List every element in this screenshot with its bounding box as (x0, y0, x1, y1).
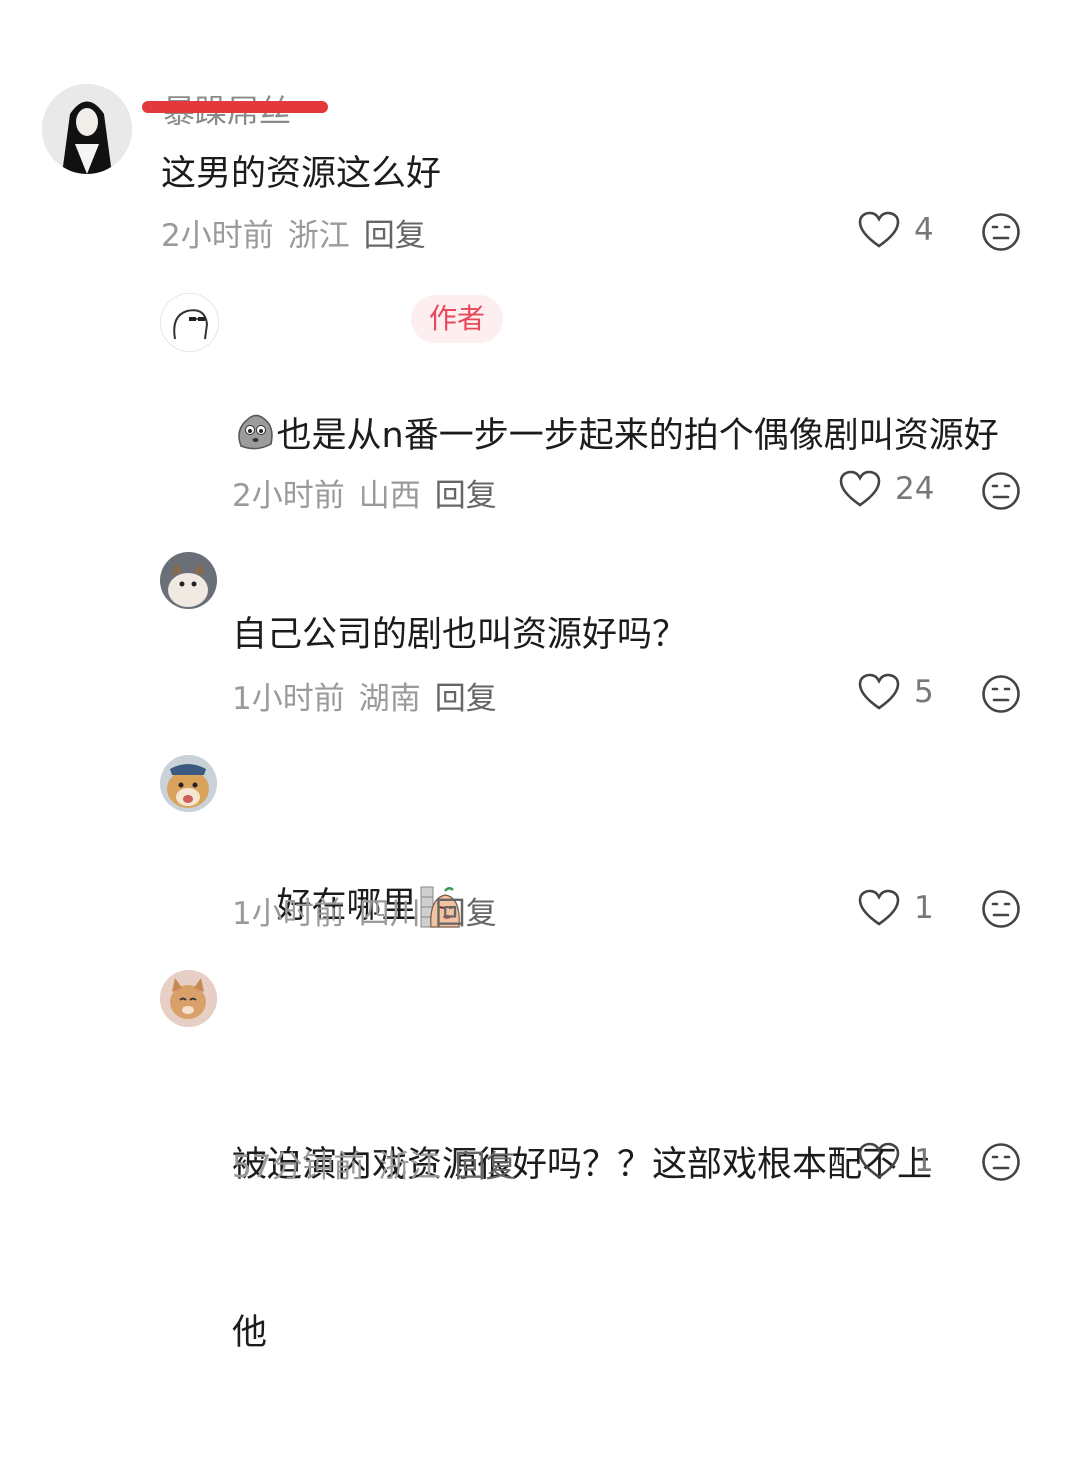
like-count: 24 (895, 471, 935, 507)
location: 浙江 (287, 218, 350, 254)
timestamp: 1小时前 (232, 681, 345, 717)
like-button[interactable]: 24 (839, 470, 934, 508)
comment-meta: 1小时前 四川 回复 (232, 888, 511, 933)
like-button[interactable]: 4 (858, 211, 934, 249)
timestamp: 2小时前 (232, 478, 345, 514)
reply-button[interactable]: 回复 (364, 218, 426, 254)
comment-text-line: 他 (232, 1313, 268, 1353)
comment-text: 这男的资源这么好 (161, 154, 442, 194)
like-count: 1 (914, 890, 934, 926)
heart-icon (858, 889, 900, 926)
dislike-face-icon[interactable] (981, 212, 1021, 252)
comment-meta: 2小时前 浙江 回复 (161, 210, 440, 255)
heart-icon (858, 1142, 900, 1179)
like-count: 1 (914, 1143, 934, 1179)
redaction-strike (142, 101, 328, 113)
heart-icon (858, 673, 900, 710)
location: 湖南 (358, 681, 421, 717)
dislike-face-icon[interactable] (981, 889, 1021, 929)
timestamp: 57分钟前 (232, 1149, 365, 1185)
location: 四川 (358, 896, 421, 932)
comment-text: 自己公司的剧也叫资源好吗？ (232, 615, 688, 655)
like-button[interactable]: 1 (858, 889, 934, 927)
reply-button[interactable]: 回复 (454, 1149, 516, 1185)
reply-button[interactable]: 回复 (435, 681, 497, 717)
author-badge: 作者 (411, 295, 504, 343)
timestamp: 2小时前 (161, 218, 274, 254)
avatar[interactable] (160, 293, 219, 352)
avatar[interactable] (160, 552, 217, 609)
comment-meta: 2小时前 山西 回复 (232, 470, 511, 515)
dislike-face-icon[interactable] (981, 471, 1021, 511)
timestamp: 1小时前 (232, 896, 345, 932)
heart-icon (858, 211, 900, 248)
location: 浙江 (378, 1149, 441, 1185)
avatar[interactable] (42, 84, 132, 174)
avatar[interactable] (160, 970, 217, 1027)
comment-meta: 1小时前 湖南 回复 (232, 673, 511, 718)
comment-text-line: 也是从n番一步一步起来的拍个偶像剧叫资源好 (276, 416, 999, 456)
location: 山西 (358, 478, 421, 514)
reply-button[interactable]: 回复 (435, 478, 497, 514)
dislike-face-icon[interactable] (981, 1142, 1021, 1182)
like-button[interactable]: 1 (858, 1142, 934, 1180)
comment-meta: 57分钟前 浙江 回复 (232, 1141, 530, 1186)
like-button[interactable]: 5 (858, 673, 934, 711)
avatar[interactable] (160, 755, 217, 812)
comment-text: 被迫演内戏资源很好吗？？这部戏根本配不上 他 (232, 1025, 932, 1473)
dislike-face-icon[interactable] (981, 674, 1021, 714)
like-count: 5 (914, 674, 934, 710)
like-count: 4 (914, 212, 934, 248)
sad-rock-face-emoji (238, 414, 273, 450)
reply-button[interactable]: 回复 (435, 896, 497, 932)
heart-icon (839, 470, 881, 507)
